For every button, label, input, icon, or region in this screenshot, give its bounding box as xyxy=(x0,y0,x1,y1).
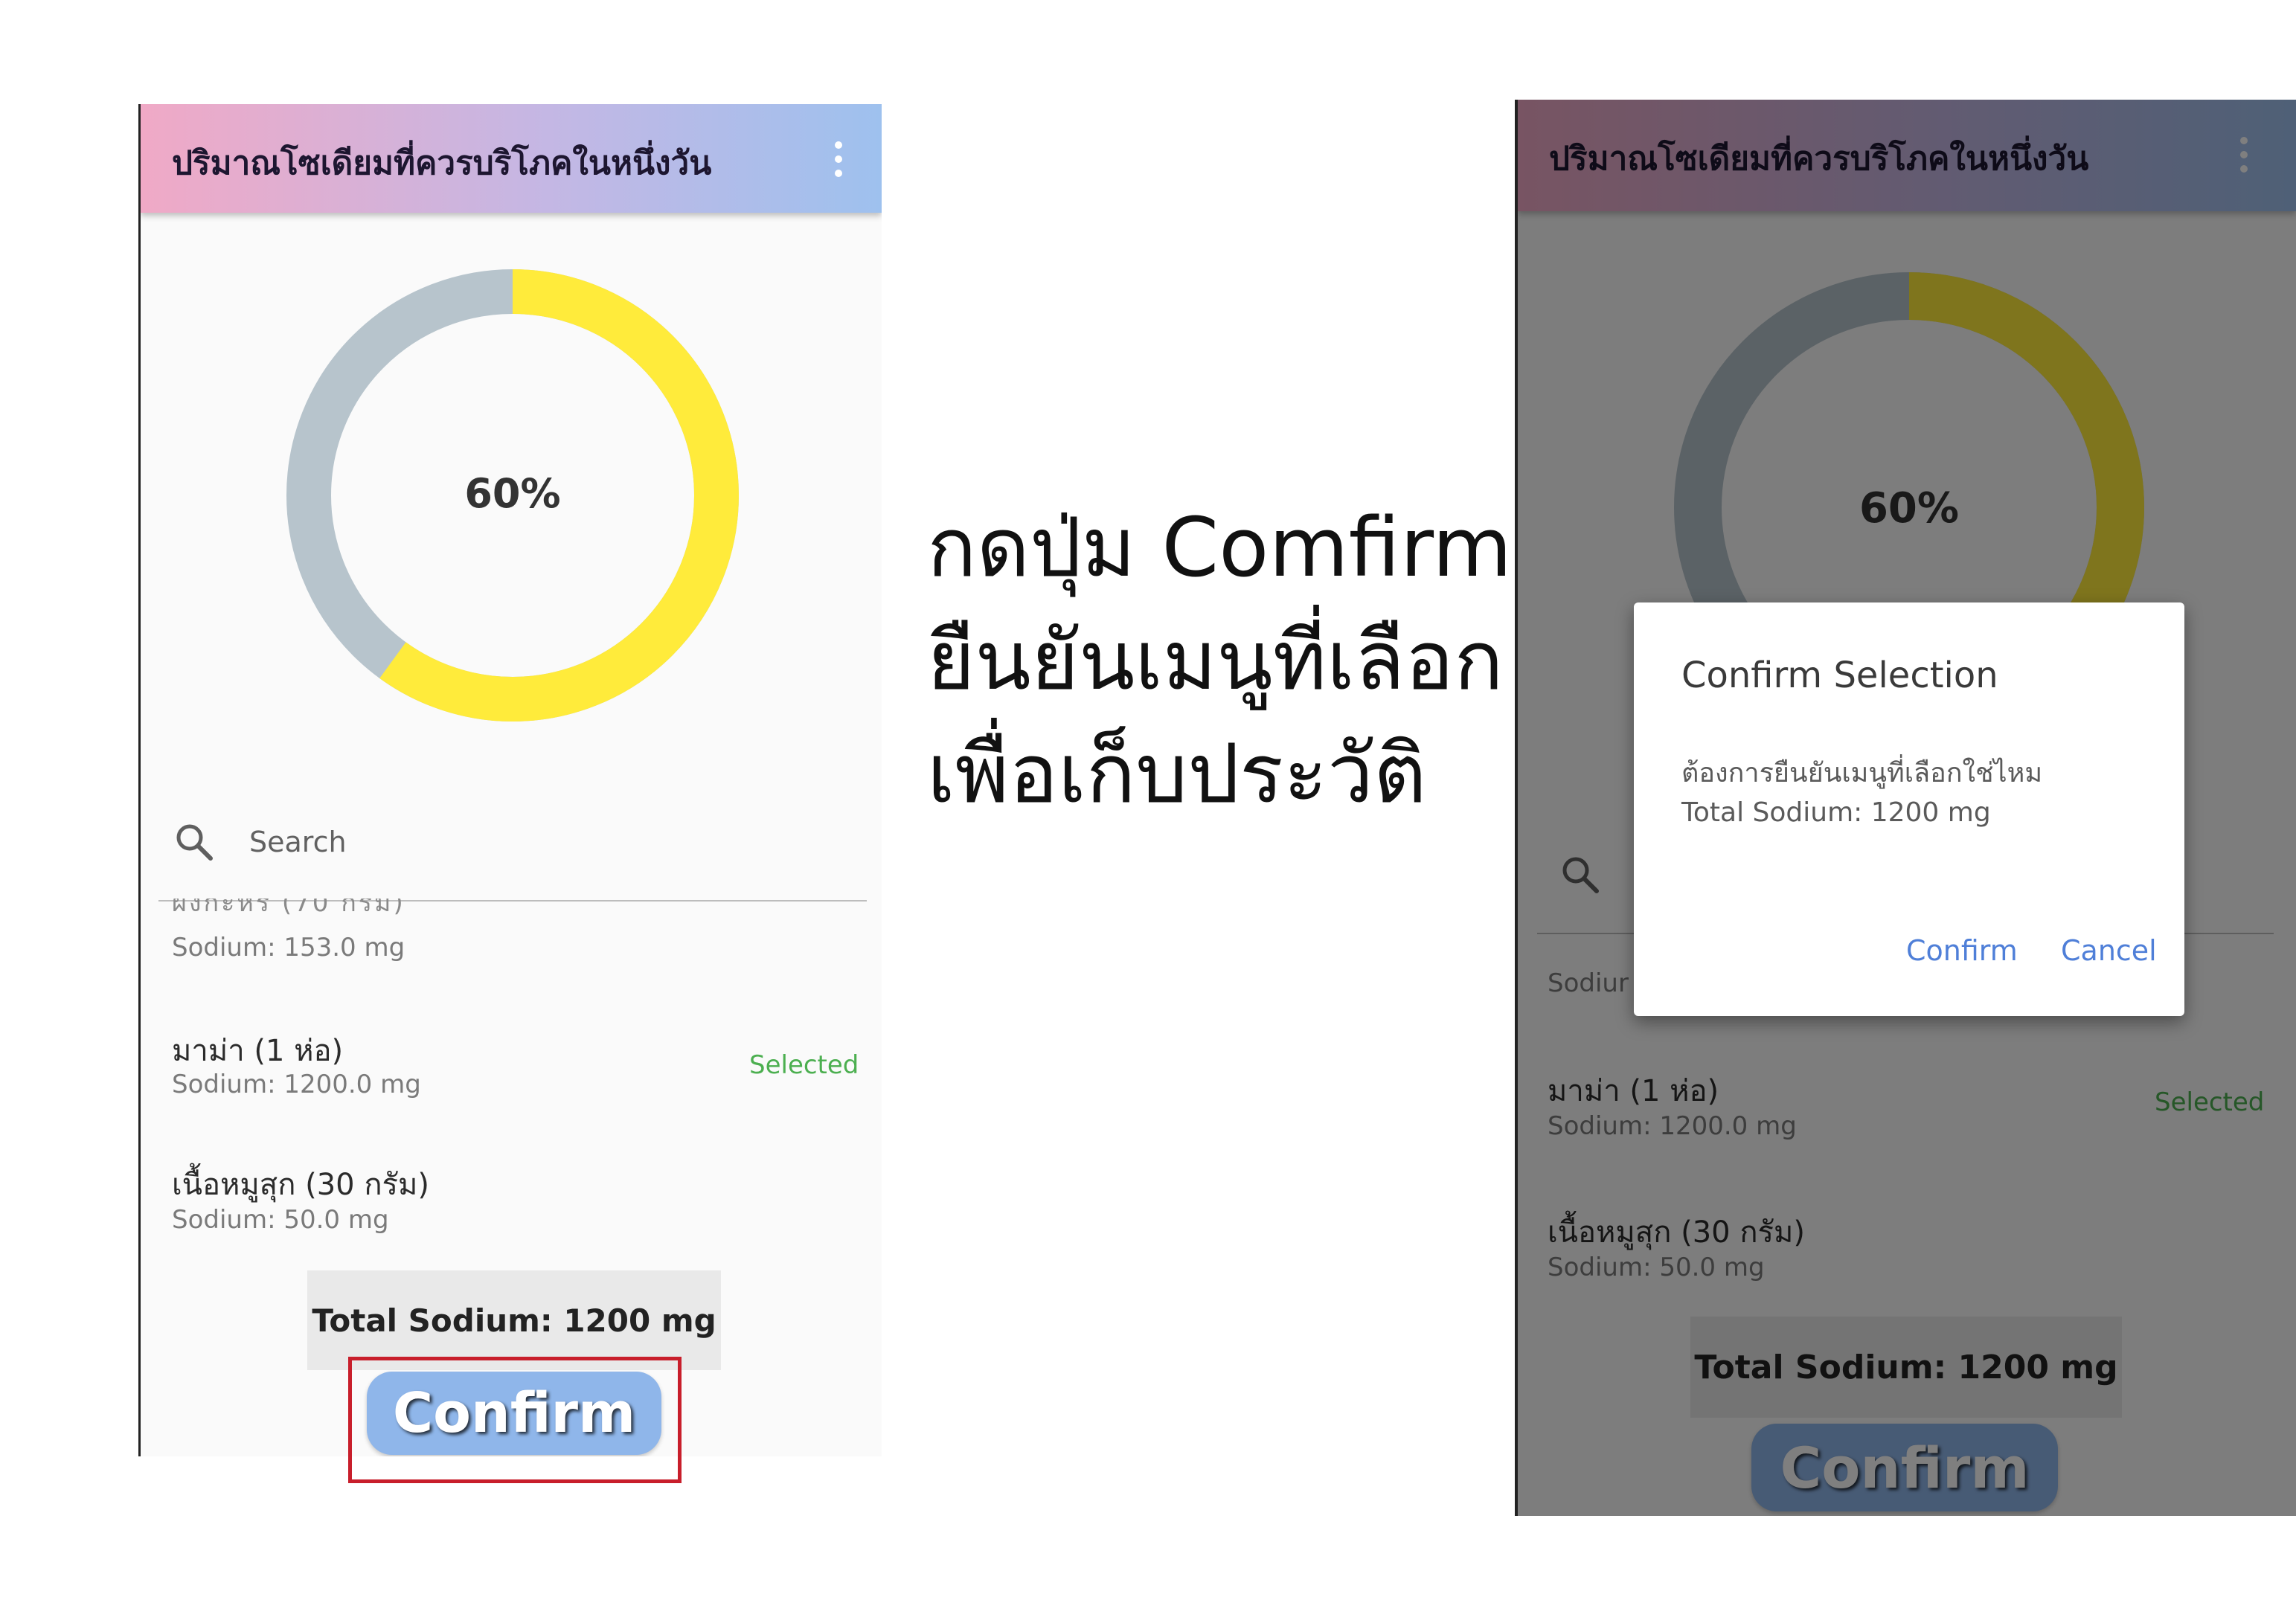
highlight-box xyxy=(348,1357,682,1483)
more-menu-icon[interactable] xyxy=(834,141,843,179)
dialog-confirm-button[interactable]: Confirm xyxy=(1906,934,2018,967)
list-item-name-clipped: ผงกะหรี่ (70 กรัม) xyxy=(172,899,405,915)
instruction-line: กดปุ่ม Comfirm xyxy=(927,500,1513,595)
search-icon[interactable] xyxy=(175,823,214,864)
progress-percent-label: 60% xyxy=(464,470,560,517)
instruction-line: ยืนยันเมนูที่เลือก xyxy=(927,613,1504,708)
selected-badge: Selected xyxy=(749,1050,859,1080)
search-input[interactable]: Search xyxy=(249,826,347,858)
list-item-sodium: Sodium: 50.0 mg xyxy=(172,1205,389,1235)
confirm-dialog: Confirm Selection ต้องการยืนยันเมนูที่เล… xyxy=(1634,602,2184,1016)
app-title: ปริมาณโซเดียมที่ควรบริโภคในหนึ่งวัน xyxy=(172,144,712,182)
instruction-line: เพื่อเก็บประวัติ xyxy=(927,726,1427,821)
dialog-total: Total Sodium: 1200 mg xyxy=(1681,797,1991,828)
dialog-title: Confirm Selection xyxy=(1681,655,1998,696)
instruction-text: กดปุ่ม Comfirm ยืนยันเมนูที่เลือก เพื่อเ… xyxy=(927,491,1522,830)
right-phone-screen: ปริมาณโซเดียมที่ควรบริโภคในหนึ่งวัน 60% … xyxy=(1515,100,2296,1516)
sodium-progress-donut: 60% xyxy=(286,269,739,721)
list-item-name: มาม่า (1 ห่อ) xyxy=(172,1034,344,1068)
left-phone-screen: ปริมาณโซเดียมที่ควรบริโภคในหนึ่งวัน 60% … xyxy=(138,104,882,1456)
total-sodium-label: Total Sodium: 1200 mg xyxy=(307,1270,721,1370)
dialog-cancel-button[interactable]: Cancel xyxy=(2061,934,2157,967)
list-item-sodium: Sodium: 153.0 mg xyxy=(172,933,405,962)
dialog-message: ต้องการยืนยันเมนูที่เลือกใช่ไหม xyxy=(1681,758,2043,788)
app-bar: ปริมาณโซเดียมที่ควรบริโภคในหนึ่งวัน xyxy=(141,104,882,213)
list-item-sodium: Sodium: 1200.0 mg xyxy=(172,1070,421,1099)
list-item-name: เนื้อหมูสุก (30 กรัม) xyxy=(172,1168,430,1202)
